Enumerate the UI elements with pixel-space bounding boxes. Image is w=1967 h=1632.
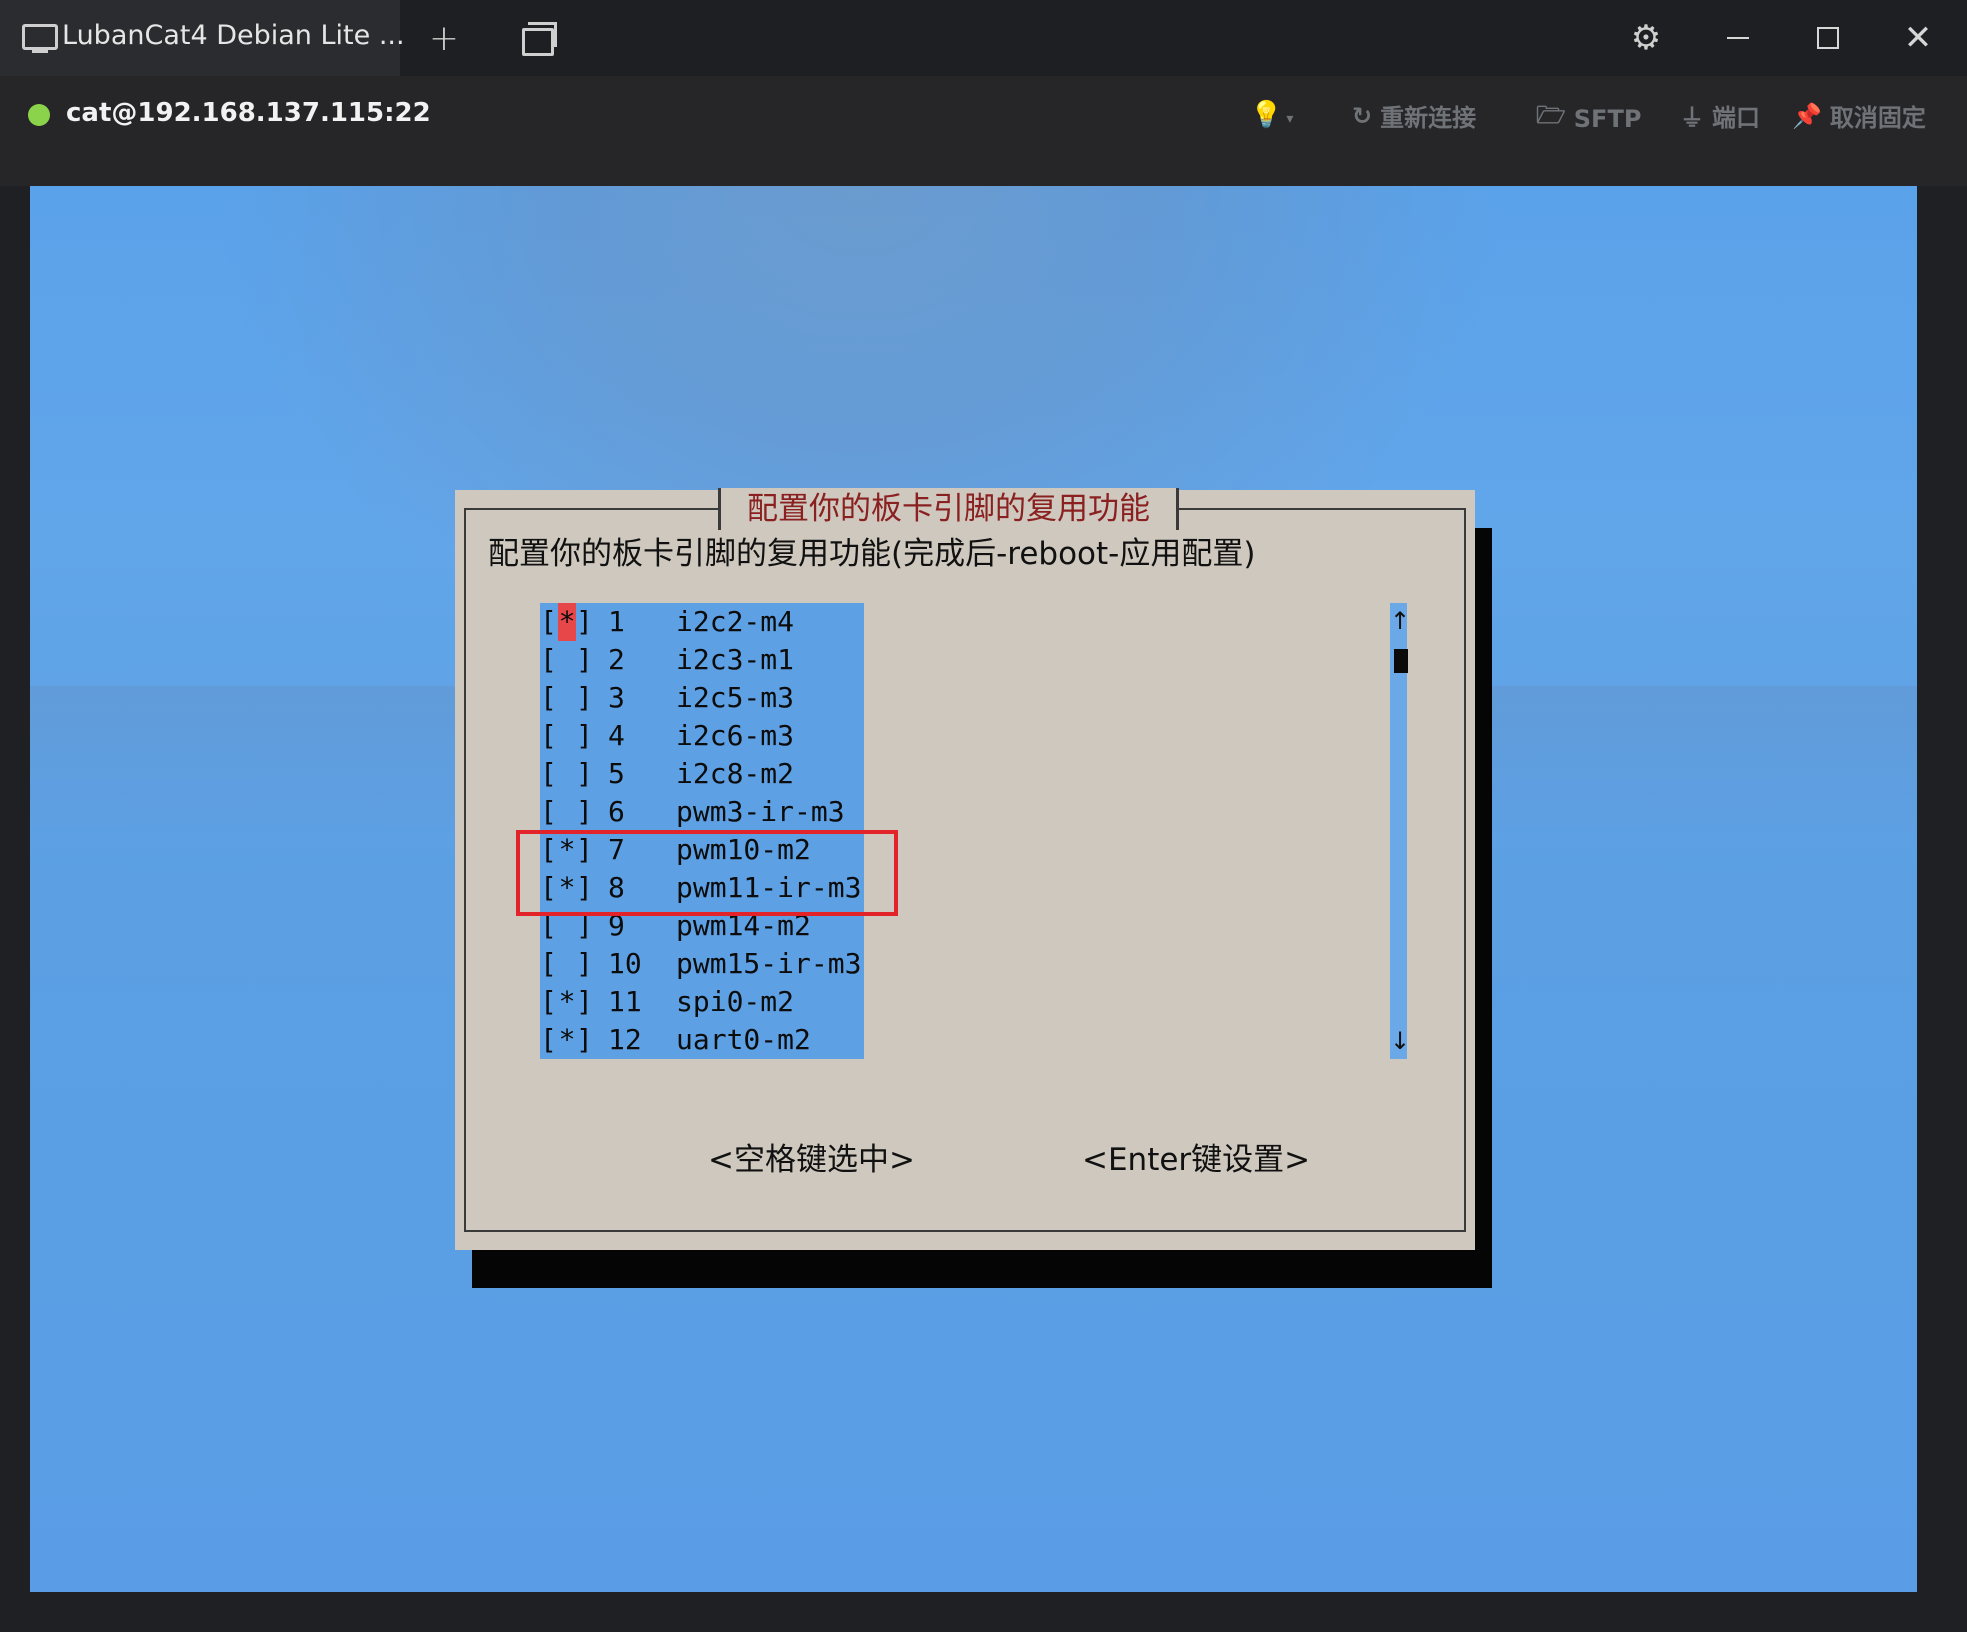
checkbox-bracket: ] — [576, 985, 593, 1018]
checkbox-bracket: ] — [576, 795, 593, 828]
dialog-description: 配置你的板卡引脚的复用功能(完成后-reboot-应用配置) — [488, 536, 1256, 572]
item-label: i2c8-m2 — [676, 757, 795, 790]
item-number: 11 — [608, 985, 642, 1018]
checkbox-bracket: ] — [576, 605, 593, 638]
checklist-item[interactable]: [ ] 2 i2c3-m1 — [540, 641, 864, 679]
scroll-down-arrow-icon[interactable]: ↓ — [1390, 1023, 1410, 1059]
tab-bar: LubanCat4 Debian Lite ... + ⚙ ✕ — [0, 0, 1967, 76]
folder-icon: 🗁 — [1536, 101, 1566, 129]
checkbox-bracket: [ — [540, 947, 557, 980]
item-number: 3 — [608, 681, 625, 714]
minimize-button[interactable] — [1714, 14, 1762, 62]
checkbox-bracket: ] — [576, 757, 593, 790]
item-label: uart0-m2 — [676, 1023, 811, 1056]
chevron-down-icon: ▾ — [1286, 111, 1294, 127]
checkbox-bracket: ] — [576, 643, 593, 676]
checklist-item[interactable]: [ ] 4 i2c6-m3 — [540, 717, 864, 755]
checkbox-bracket: [ — [540, 681, 557, 714]
monitor-icon — [22, 24, 58, 53]
checklist-item[interactable]: [*] 11 spi0-m2 — [540, 983, 864, 1021]
checkbox-bracket: [ — [540, 757, 557, 790]
close-icon: ✕ — [1903, 18, 1933, 58]
plug-icon: ⏚ — [1680, 104, 1704, 132]
unpin-button[interactable]: 📌 取消固定 — [1792, 98, 1926, 133]
item-number: 5 — [608, 757, 625, 790]
checkbox-bracket: [ — [540, 643, 557, 676]
annotation-highlight-box — [516, 830, 898, 916]
maximize-icon — [1817, 27, 1839, 49]
checkbox-mark[interactable] — [558, 793, 576, 831]
item-label: i2c2-m4 — [676, 605, 795, 638]
settings-button[interactable]: ⚙ — [1622, 14, 1670, 62]
checkbox-mark[interactable] — [558, 755, 576, 793]
checkbox-mark[interactable] — [558, 679, 576, 717]
checkbox-bracket: [ — [540, 719, 557, 752]
checkbox-bracket: [ — [540, 605, 557, 638]
scroll-up-arrow-icon[interactable]: ↑ — [1390, 603, 1410, 639]
checklist-item[interactable]: [*] 12 uart0-m2 — [540, 1021, 864, 1059]
dialog-title: 配置你的板卡引脚的复用功能 — [747, 491, 1150, 527]
session-toolbar — [0, 76, 1967, 186]
item-label: pwm15-ir-m3 — [676, 947, 862, 980]
checkbox-bracket: [ — [540, 795, 557, 828]
checkbox-mark[interactable]: * — [558, 1021, 576, 1059]
checkbox-bracket: ] — [576, 947, 593, 980]
pin-icon: 📌 — [1792, 101, 1822, 130]
scrollbar[interactable]: ↑ ↓ — [1390, 603, 1410, 1059]
connection-status-dot — [28, 104, 50, 126]
reconnect-button[interactable]: ↻ 重新连接 — [1352, 98, 1476, 133]
checkbox-mark[interactable] — [558, 641, 576, 679]
tab-title: LubanCat4 Debian Lite ... — [62, 20, 405, 51]
checklist-item[interactable]: [ ] 6 pwm3-ir-m3 — [540, 793, 864, 831]
item-label: spi0-m2 — [676, 985, 795, 1018]
checklist-item[interactable]: [ ] 10 pwm15-ir-m3 — [540, 945, 864, 983]
checkbox-bracket: [ — [540, 1023, 557, 1056]
checkbox-bracket: ] — [576, 681, 593, 714]
lightbulb-icon: 💡 — [1250, 100, 1283, 130]
enter-setup-button[interactable]: <Enter键设置> — [1082, 1134, 1310, 1179]
sftp-button[interactable]: 🗁 SFTP — [1536, 98, 1641, 139]
item-number: 10 — [608, 947, 642, 980]
item-label: i2c5-m3 — [676, 681, 795, 714]
checkbox-mark[interactable]: * — [558, 603, 576, 641]
port-button[interactable]: ⏚ 端口 — [1680, 98, 1760, 133]
checklist-item[interactable]: [ ] 3 i2c5-m3 — [540, 679, 864, 717]
maximize-button[interactable] — [1804, 14, 1852, 62]
item-label: i2c3-m1 — [676, 643, 795, 676]
item-number: 1 — [608, 605, 625, 638]
item-number: 12 — [608, 1023, 642, 1056]
checkbox-mark[interactable] — [558, 945, 576, 983]
scroll-thumb[interactable] — [1394, 649, 1408, 673]
item-label: pwm3-ir-m3 — [676, 795, 845, 828]
item-label: i2c6-m3 — [676, 719, 795, 752]
checkbox-bracket: ] — [576, 1023, 593, 1056]
checklist-item[interactable]: [*] 1 i2c2-m4 — [540, 603, 864, 641]
close-window-button[interactable]: ✕ — [1894, 14, 1942, 62]
new-tab-button[interactable]: + — [420, 14, 468, 62]
tab-overview-button[interactable] — [514, 14, 562, 62]
checkbox-mark[interactable] — [558, 717, 576, 755]
gear-icon: ⚙ — [1630, 18, 1662, 58]
checkbox-bracket: [ — [540, 985, 557, 1018]
item-number: 2 — [608, 643, 625, 676]
tips-button[interactable]: 💡 ▾ — [1250, 100, 1293, 130]
checklist-item[interactable]: [ ] 5 i2c8-m2 — [540, 755, 864, 793]
item-number: 4 — [608, 719, 625, 752]
checkbox-mark[interactable]: * — [558, 983, 576, 1021]
dialog-title-box: 配置你的板卡引脚的复用功能 — [718, 488, 1179, 530]
refresh-icon: ↻ — [1352, 101, 1373, 130]
select-button[interactable]: <空格键选中> — [708, 1134, 915, 1179]
item-number: 6 — [608, 795, 625, 828]
tab-session[interactable]: LubanCat4 Debian Lite ... — [0, 0, 405, 76]
session-host: cat@192.168.137.115:22 — [66, 98, 431, 128]
minimize-icon — [1727, 37, 1749, 39]
checkbox-bracket: ] — [576, 719, 593, 752]
